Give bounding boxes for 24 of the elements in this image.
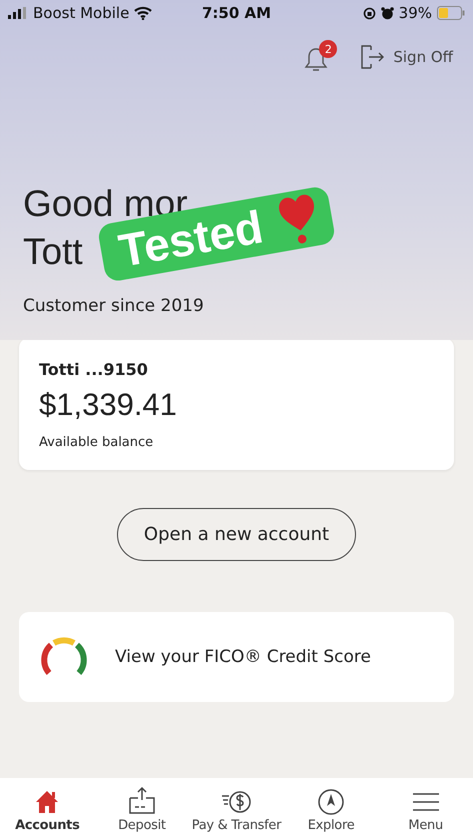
balance-label: Available balance: [39, 435, 154, 450]
tab[interactable]: Explore: [284, 778, 378, 840]
account-balance: $1,339.41: [39, 387, 177, 423]
rotation-lock-icon: [362, 6, 376, 20]
battery-icon: [437, 6, 466, 20]
sign-off-button[interactable]: Sign Off: [359, 44, 453, 70]
alarm-clock-icon: [380, 6, 394, 20]
battery-percentage: 39%: [398, 4, 432, 22]
account-name: Totti ...9150: [39, 360, 148, 379]
notification-badge: 2: [319, 40, 338, 58]
tab[interactable]: Pay & Transfer: [189, 778, 284, 840]
tab[interactable]: Menu: [378, 778, 473, 840]
customer-name: Tott: [23, 230, 83, 274]
exit-icon: [359, 44, 386, 70]
open-account-button[interactable]: Open a new account: [116, 508, 356, 561]
clock-time: 7:50 AM: [202, 4, 272, 22]
notifications-button[interactable]: 2: [303, 40, 338, 74]
tab[interactable]: Accounts: [0, 778, 95, 840]
wifi-icon: [134, 6, 152, 20]
signal-icon: [8, 7, 28, 19]
customer-since-text: Customer since 2019: [23, 296, 204, 316]
carrier-name: Boost Mobile: [33, 4, 130, 22]
fico-link[interactable]: View your FICO® Credit Score: [115, 647, 371, 667]
tab[interactable]: Deposit: [94, 778, 190, 840]
